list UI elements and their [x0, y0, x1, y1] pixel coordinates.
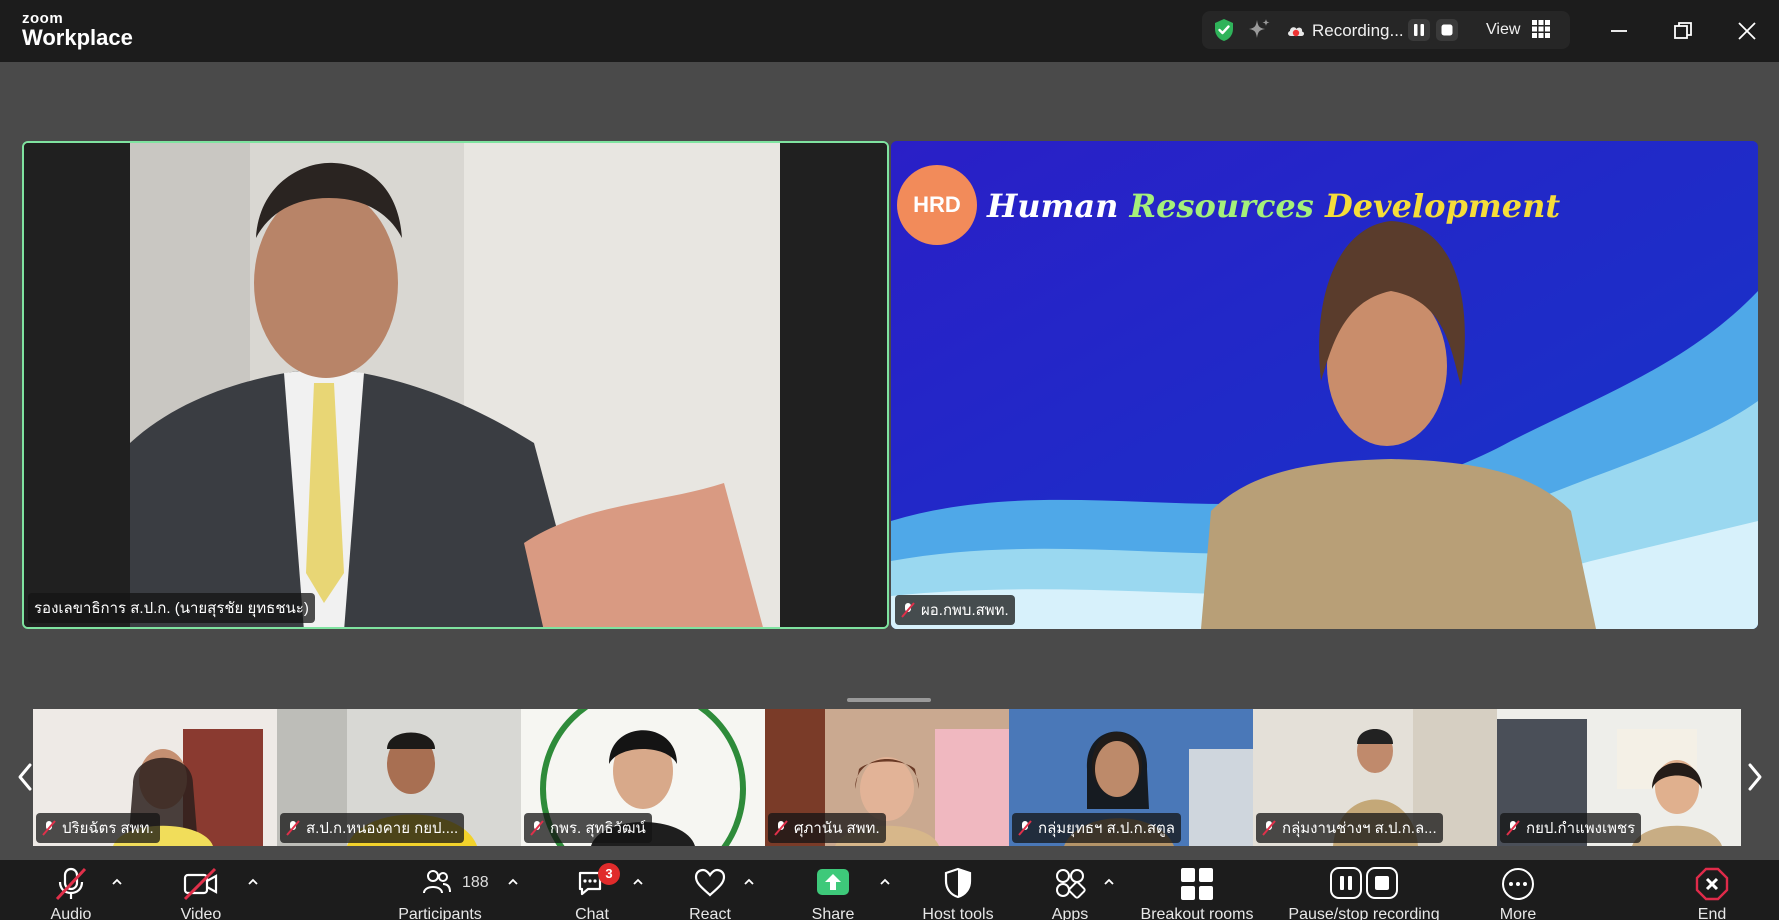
end-meeting-icon: [1695, 867, 1729, 901]
zoom-workplace-logo: zoom Workplace: [22, 10, 133, 50]
active-speaker-name-tag: รองเลขาธิการ ส.ป.ก. (นายสุรชัย ยุทธชนะ): [28, 593, 315, 623]
thumbnail-tile[interactable]: ปริยฉัตร สพท.: [33, 709, 277, 846]
host-tools-button[interactable]: Host tools: [911, 860, 1005, 920]
mic-muted-icon: [42, 820, 56, 836]
view-button-label[interactable]: View: [1486, 21, 1520, 39]
hrd-logo: HRD: [897, 165, 977, 245]
video-off-icon: [183, 867, 218, 901]
thumbnail-tile[interactable]: กพร. สุทธิวัฒน์: [521, 709, 765, 846]
more-options-icon: [1502, 868, 1534, 900]
pause-stop-recording-button[interactable]: Pause/stop recording: [1280, 860, 1448, 920]
hrd-banner-title: Human Resources Development: [987, 187, 1561, 225]
cloud-recording-icon: [1288, 27, 1305, 37]
pause-stop-recording-icon: [1330, 867, 1398, 899]
mic-muted-icon: [286, 820, 300, 836]
thumbnail-tile[interactable]: กลุ่มยุทธฯ ส.ป.ก.สตูล: [1009, 709, 1253, 846]
mic-muted-icon: [55, 867, 87, 901]
more-button[interactable]: More: [1488, 860, 1548, 920]
thumbnail-tile[interactable]: ส.ป.ก.หนองคาย กยป....: [277, 709, 521, 846]
meeting-controls-toolbar: Audio Video Participants 188 Chat 3 Reac…: [0, 860, 1779, 920]
mic-muted-icon: [901, 602, 915, 618]
ai-companion-icon[interactable]: [1246, 17, 1272, 43]
grid-view-icon[interactable]: [1532, 20, 1550, 38]
audio-button[interactable]: Audio: [36, 860, 106, 920]
recording-status-label: Recording...: [1312, 21, 1404, 40]
thumbnail-tile[interactable]: กลุ่มงานช่างฯ ส.ป.ก.ล...: [1253, 709, 1497, 846]
breakout-rooms-button[interactable]: Breakout rooms: [1132, 860, 1262, 920]
breakout-rooms-icon: [1181, 868, 1213, 900]
mic-muted-icon: [1506, 820, 1520, 836]
participant-count: 188: [462, 874, 489, 891]
thumbnail-tile[interactable]: กยป.กำแพงเพชร: [1497, 709, 1741, 846]
apps-button[interactable]: Apps: [1040, 860, 1100, 920]
share-screen-icon: [817, 869, 849, 895]
next-page-icon[interactable]: [1744, 757, 1766, 797]
participant-thumbnail-strip: ปริยฉัตร สพท. ส.ป.ก.หนองคาย กยป.... กพร.…: [33, 709, 1746, 846]
video-tile-active-speaker[interactable]: รองเลขาธิการ ส.ป.ก. (นายสุรชัย ยุทธชนะ): [22, 141, 889, 629]
host-tools-shield-icon: [944, 867, 972, 899]
mic-muted-icon: [774, 820, 788, 836]
video-button[interactable]: Video: [166, 860, 236, 920]
restore-window-icon[interactable]: [1666, 14, 1700, 48]
mic-muted-icon: [530, 820, 544, 836]
video-options-chevron-icon[interactable]: [246, 876, 260, 888]
react-options-chevron-icon[interactable]: [742, 876, 756, 888]
share-options-chevron-icon[interactable]: [878, 876, 892, 888]
share-screen-button[interactable]: Share: [803, 860, 863, 920]
heart-icon: [694, 868, 726, 897]
speaker-video-frame: [24, 143, 887, 627]
thumbnail-tile[interactable]: ศุภานัน สพท.: [765, 709, 1009, 846]
chat-unread-badge: 3: [598, 863, 620, 885]
react-button[interactable]: React: [680, 860, 740, 920]
minimize-icon[interactable]: [1602, 14, 1636, 48]
title-bar: zoom Workplace Recording... View: [0, 0, 1779, 62]
participants-icon: [423, 870, 451, 894]
apps-icon: [1056, 869, 1086, 899]
strip-resize-handle[interactable]: [847, 698, 931, 702]
participants-options-chevron-icon[interactable]: [506, 876, 520, 888]
end-meeting-button[interactable]: End: [1682, 860, 1742, 920]
mic-muted-icon: [1262, 820, 1276, 836]
video-tile-participant[interactable]: HRD Human Resources Development ผอ.กพบ.ส…: [891, 141, 1758, 629]
chat-options-chevron-icon[interactable]: [631, 876, 645, 888]
audio-options-chevron-icon[interactable]: [110, 876, 124, 888]
participant-name-tag: ผอ.กพบ.สพท.: [895, 595, 1015, 625]
close-window-icon[interactable]: [1730, 14, 1764, 48]
encryption-shield-icon[interactable]: [1212, 18, 1236, 42]
mic-muted-icon: [1018, 820, 1032, 836]
pause-recording-icon[interactable]: [1408, 19, 1430, 41]
meeting-status-bar: Recording... View: [1202, 11, 1570, 49]
apps-options-chevron-icon[interactable]: [1102, 876, 1116, 888]
stop-recording-icon[interactable]: [1436, 19, 1458, 41]
